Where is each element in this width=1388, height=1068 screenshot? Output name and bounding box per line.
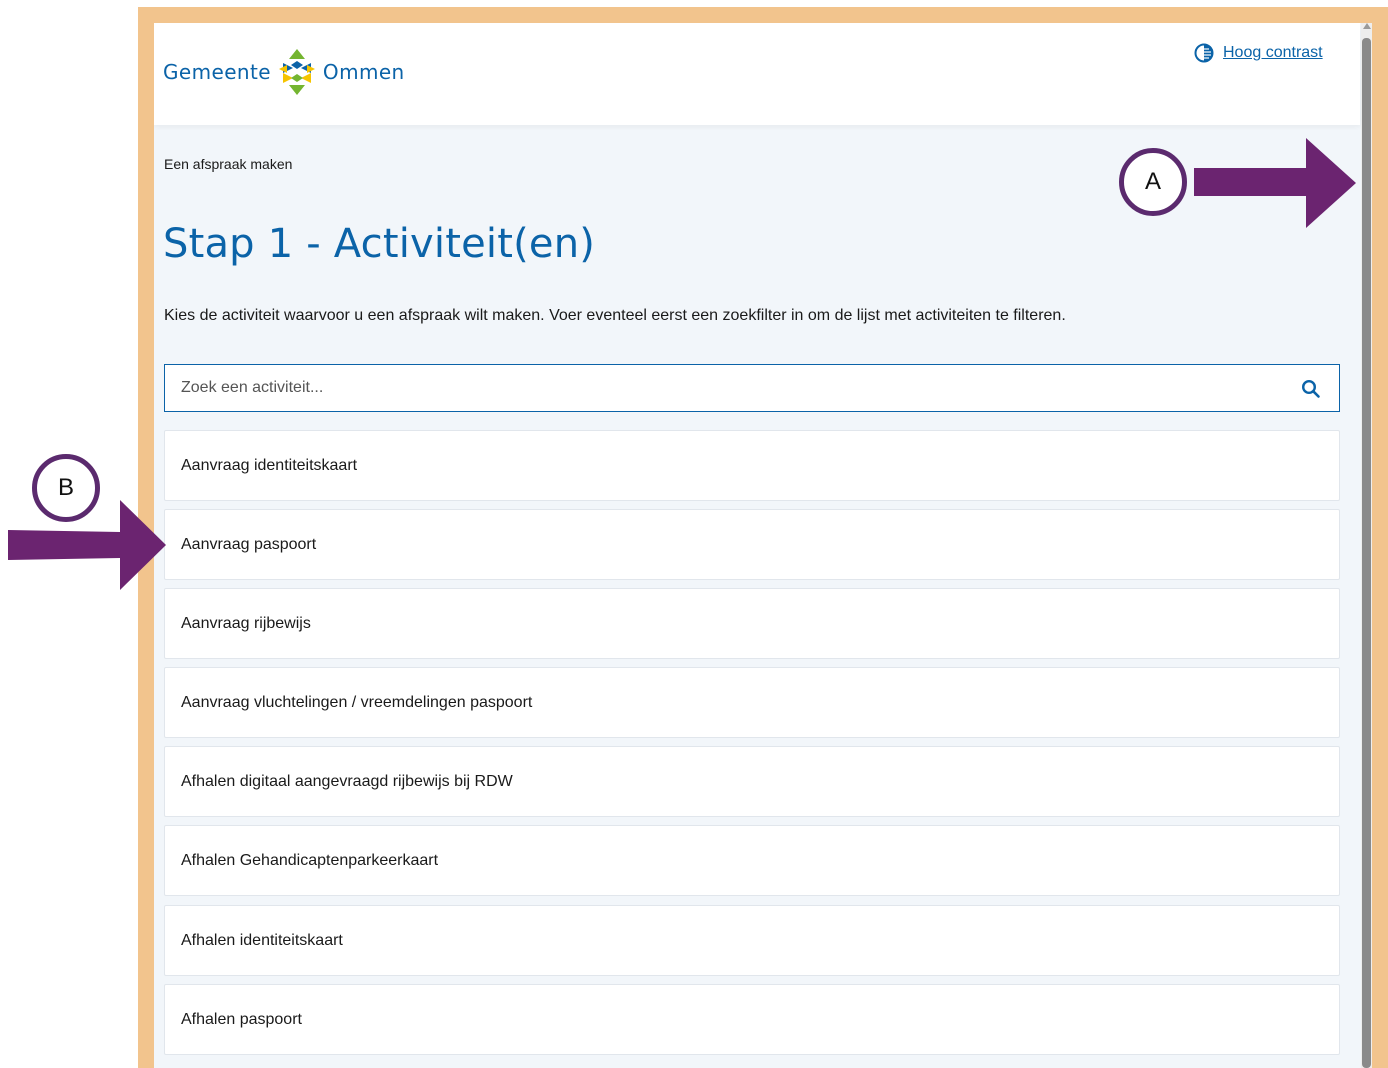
intro-text: Kies de activiteit waarvoor u een afspra… — [164, 307, 1066, 324]
high-contrast-link[interactable]: Hoog contrast — [1194, 43, 1323, 63]
browser-viewport: Gemeente Ommen Hoog contrast Een afspraa… — [154, 23, 1372, 1068]
annotation-a-arrow-icon — [1194, 138, 1356, 228]
breadcrumb: Een afspraak maken — [164, 156, 293, 172]
annotation-label-a: A — [1144, 168, 1161, 195]
activity-label: Afhalen digitaal aangevraagd rijbewijs b… — [181, 773, 513, 790]
activity-label: Aanvraag identiteitskaart — [181, 457, 358, 474]
gemeente-ommen-logo[interactable]: Gemeente Ommen — [163, 47, 405, 97]
activity-label: Afhalen identiteitskaart — [181, 932, 343, 949]
search-box — [164, 364, 1340, 412]
high-contrast-label: Hoog contrast — [1223, 44, 1323, 61]
activity-label: Afhalen Gehandicaptenparkeerkaart — [181, 852, 439, 869]
activity-item-aanvraag-vluchtelingen-paspoort[interactable]: Aanvraag vluchtelingen / vreemdelingen p… — [164, 667, 1340, 738]
activity-label: Aanvraag paspoort — [181, 536, 317, 553]
scrollbar-thumb[interactable] — [1362, 38, 1371, 1068]
activity-item-afhalen-identiteitskaart[interactable]: Afhalen identiteitskaart — [164, 905, 1340, 976]
logo-emblem-icon — [278, 49, 315, 95]
contrast-icon — [1194, 43, 1214, 63]
page-title: Stap 1 - Activiteit(en) — [163, 221, 596, 267]
activity-item-aanvraag-rijbewijs[interactable]: Aanvraag rijbewijs — [164, 588, 1340, 659]
activity-label: Aanvraag rijbewijs — [181, 615, 311, 632]
logo-word-gemeente: Gemeente — [163, 60, 271, 84]
logo-word-ommen: Ommen — [322, 60, 405, 84]
activity-item-afhalen-paspoort[interactable]: Afhalen paspoort — [164, 984, 1340, 1055]
activity-label: Aanvraag vluchtelingen / vreemdelingen p… — [181, 694, 533, 711]
scroll-up-arrow-icon[interactable] — [1363, 23, 1371, 29]
activity-item-aanvraag-identiteitskaart[interactable]: Aanvraag identiteitskaart — [164, 430, 1340, 501]
activity-item-afhalen-gehandicaptenparkeerkaart[interactable]: Afhalen Gehandicaptenparkeerkaart — [164, 825, 1340, 896]
annotation-b-arrow-icon — [8, 500, 166, 590]
annotation-label-b: B — [57, 474, 74, 501]
site-header: Gemeente Ommen Hoog contrast — [154, 23, 1360, 125]
activity-item-afhalen-digitaal-rijbewijs[interactable]: Afhalen digitaal aangevraagd rijbewijs b… — [164, 746, 1340, 817]
annotation-badge-a: A — [1119, 148, 1187, 216]
search-icon[interactable] — [1301, 379, 1321, 399]
activity-item-aanvraag-paspoort[interactable]: Aanvraag paspoort — [164, 509, 1340, 580]
search-input[interactable] — [181, 365, 1281, 411]
activity-label: Afhalen paspoort — [181, 1011, 302, 1028]
vertical-scrollbar[interactable] — [1361, 23, 1372, 1068]
